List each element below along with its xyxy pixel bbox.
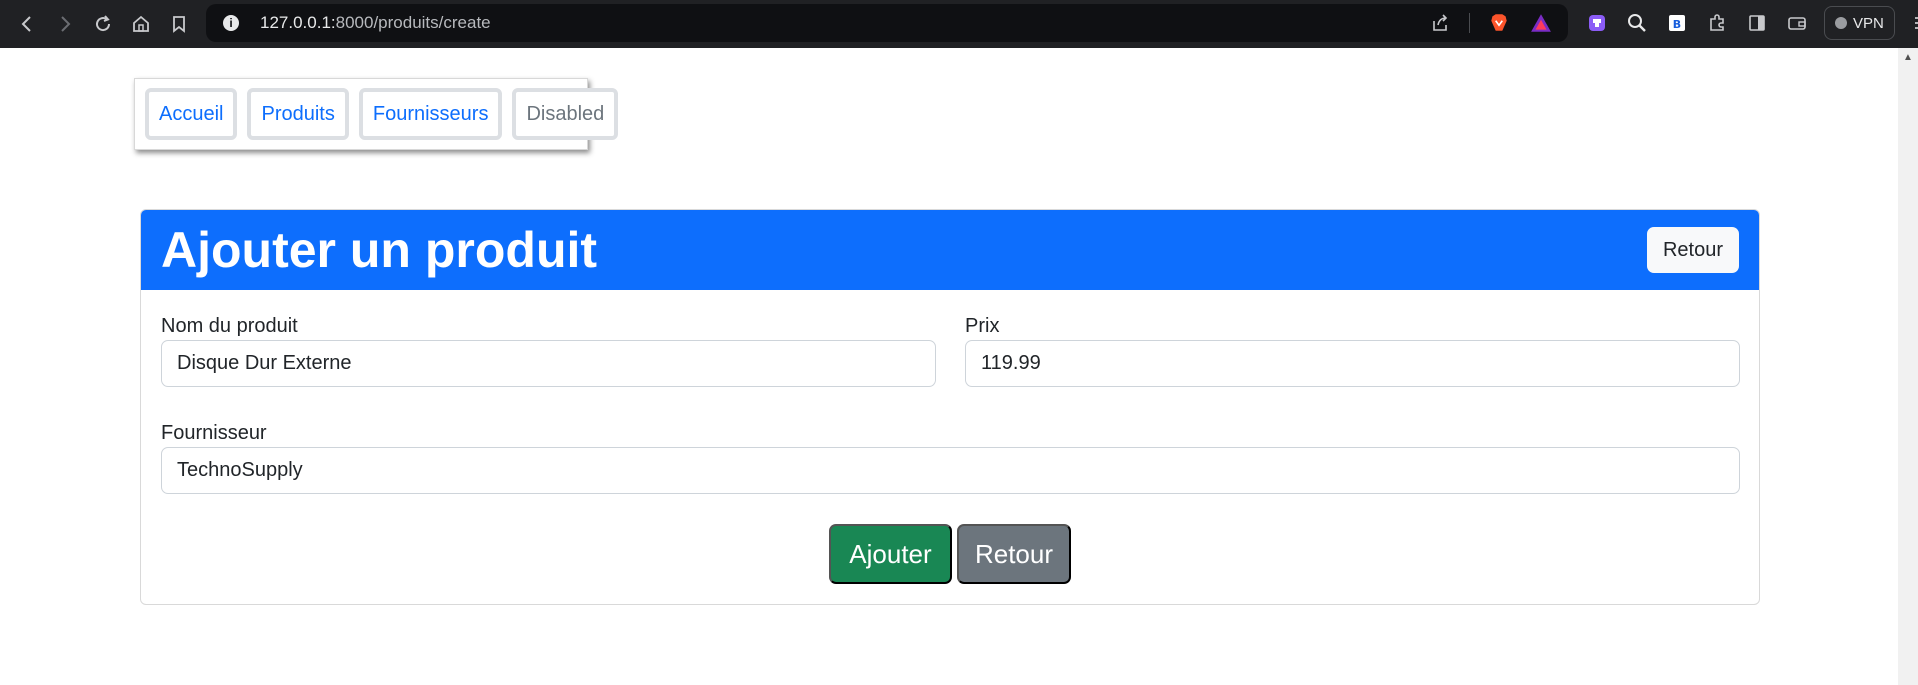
extension-purple-icon[interactable] (1584, 10, 1610, 36)
info-icon[interactable]: i (214, 15, 248, 31)
name-input[interactable]: Disque Dur Externe (161, 340, 936, 387)
bitwarden-icon[interactable]: B (1664, 10, 1690, 36)
share-icon[interactable] (1427, 10, 1453, 36)
bookmark-icon[interactable] (160, 4, 198, 44)
vpn-label: VPN (1853, 14, 1884, 32)
address-bar[interactable]: i 127.0.0.1:8000/produits/create (206, 4, 1568, 42)
rewards-icon[interactable] (1528, 10, 1554, 36)
nav-item-disabled: Disabled (512, 88, 619, 140)
brave-icon[interactable] (1486, 10, 1512, 36)
header-back-button[interactable]: Retour (1646, 227, 1739, 273)
sidebar-icon[interactable] (1744, 10, 1770, 36)
svg-text:B: B (1673, 18, 1681, 31)
wallet-icon[interactable] (1784, 10, 1810, 36)
back-button[interactable]: Retour (957, 524, 1071, 584)
forward-icon[interactable] (46, 4, 84, 44)
card-header: Ajouter un produit Retour (141, 210, 1759, 290)
search-ext-icon[interactable] (1624, 10, 1650, 36)
menu-icon[interactable] (1909, 10, 1918, 36)
supplier-select[interactable]: TechnoSupply (161, 447, 1740, 494)
puzzle-icon[interactable] (1704, 10, 1730, 36)
nav-item-produits[interactable]: Produits (247, 88, 349, 140)
url-text[interactable]: 127.0.0.1:8000/produits/create (260, 13, 491, 33)
product-form-card: Ajouter un produit Retour Nom du produit… (140, 209, 1760, 605)
divider (1469, 13, 1470, 33)
reload-icon[interactable] (84, 4, 122, 44)
nav-item-fournisseurs[interactable]: Fournisseurs (358, 88, 503, 140)
nav-item-accueil[interactable]: Accueil (145, 88, 238, 140)
submit-button[interactable]: Ajouter (829, 524, 952, 584)
name-label: Nom du produit (161, 315, 298, 337)
price-input[interactable]: 119.99 (965, 340, 1740, 387)
supplier-label: Fournisseur (161, 422, 267, 444)
vpn-status-icon (1835, 17, 1847, 29)
home-icon[interactable] (122, 4, 160, 44)
page-scrollbar[interactable]: ▲ (1898, 48, 1918, 685)
price-label: Prix (965, 315, 1000, 337)
top-nav: Accueil Produits Fournisseurs Disabled (134, 78, 619, 150)
back-icon[interactable] (8, 4, 46, 44)
browser-toolbar: i 127.0.0.1:8000/produits/create B VPN (0, 0, 1918, 48)
page-title: Ajouter un produit (161, 222, 598, 278)
vpn-button[interactable]: VPN (1824, 6, 1895, 40)
scroll-up-icon[interactable]: ▲ (1898, 48, 1918, 66)
